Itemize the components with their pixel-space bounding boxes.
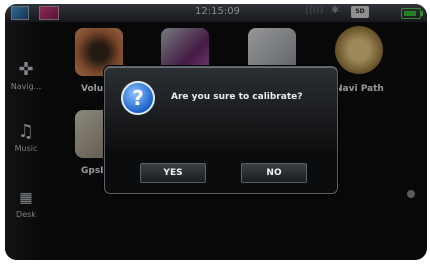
question-icon: ? <box>121 81 155 115</box>
dialog-message: Are you sure to calibrate? <box>171 92 303 102</box>
no-button[interactable]: NO <box>241 163 307 183</box>
calibrate-dialog: ? Are you sure to calibrate? YES NO <box>104 66 338 194</box>
yes-button[interactable]: YES <box>140 163 206 183</box>
device-screen: 12:15:09 ((ı)) ✱ SD ✜ Navig... ♫ Music ▦… <box>5 4 427 260</box>
